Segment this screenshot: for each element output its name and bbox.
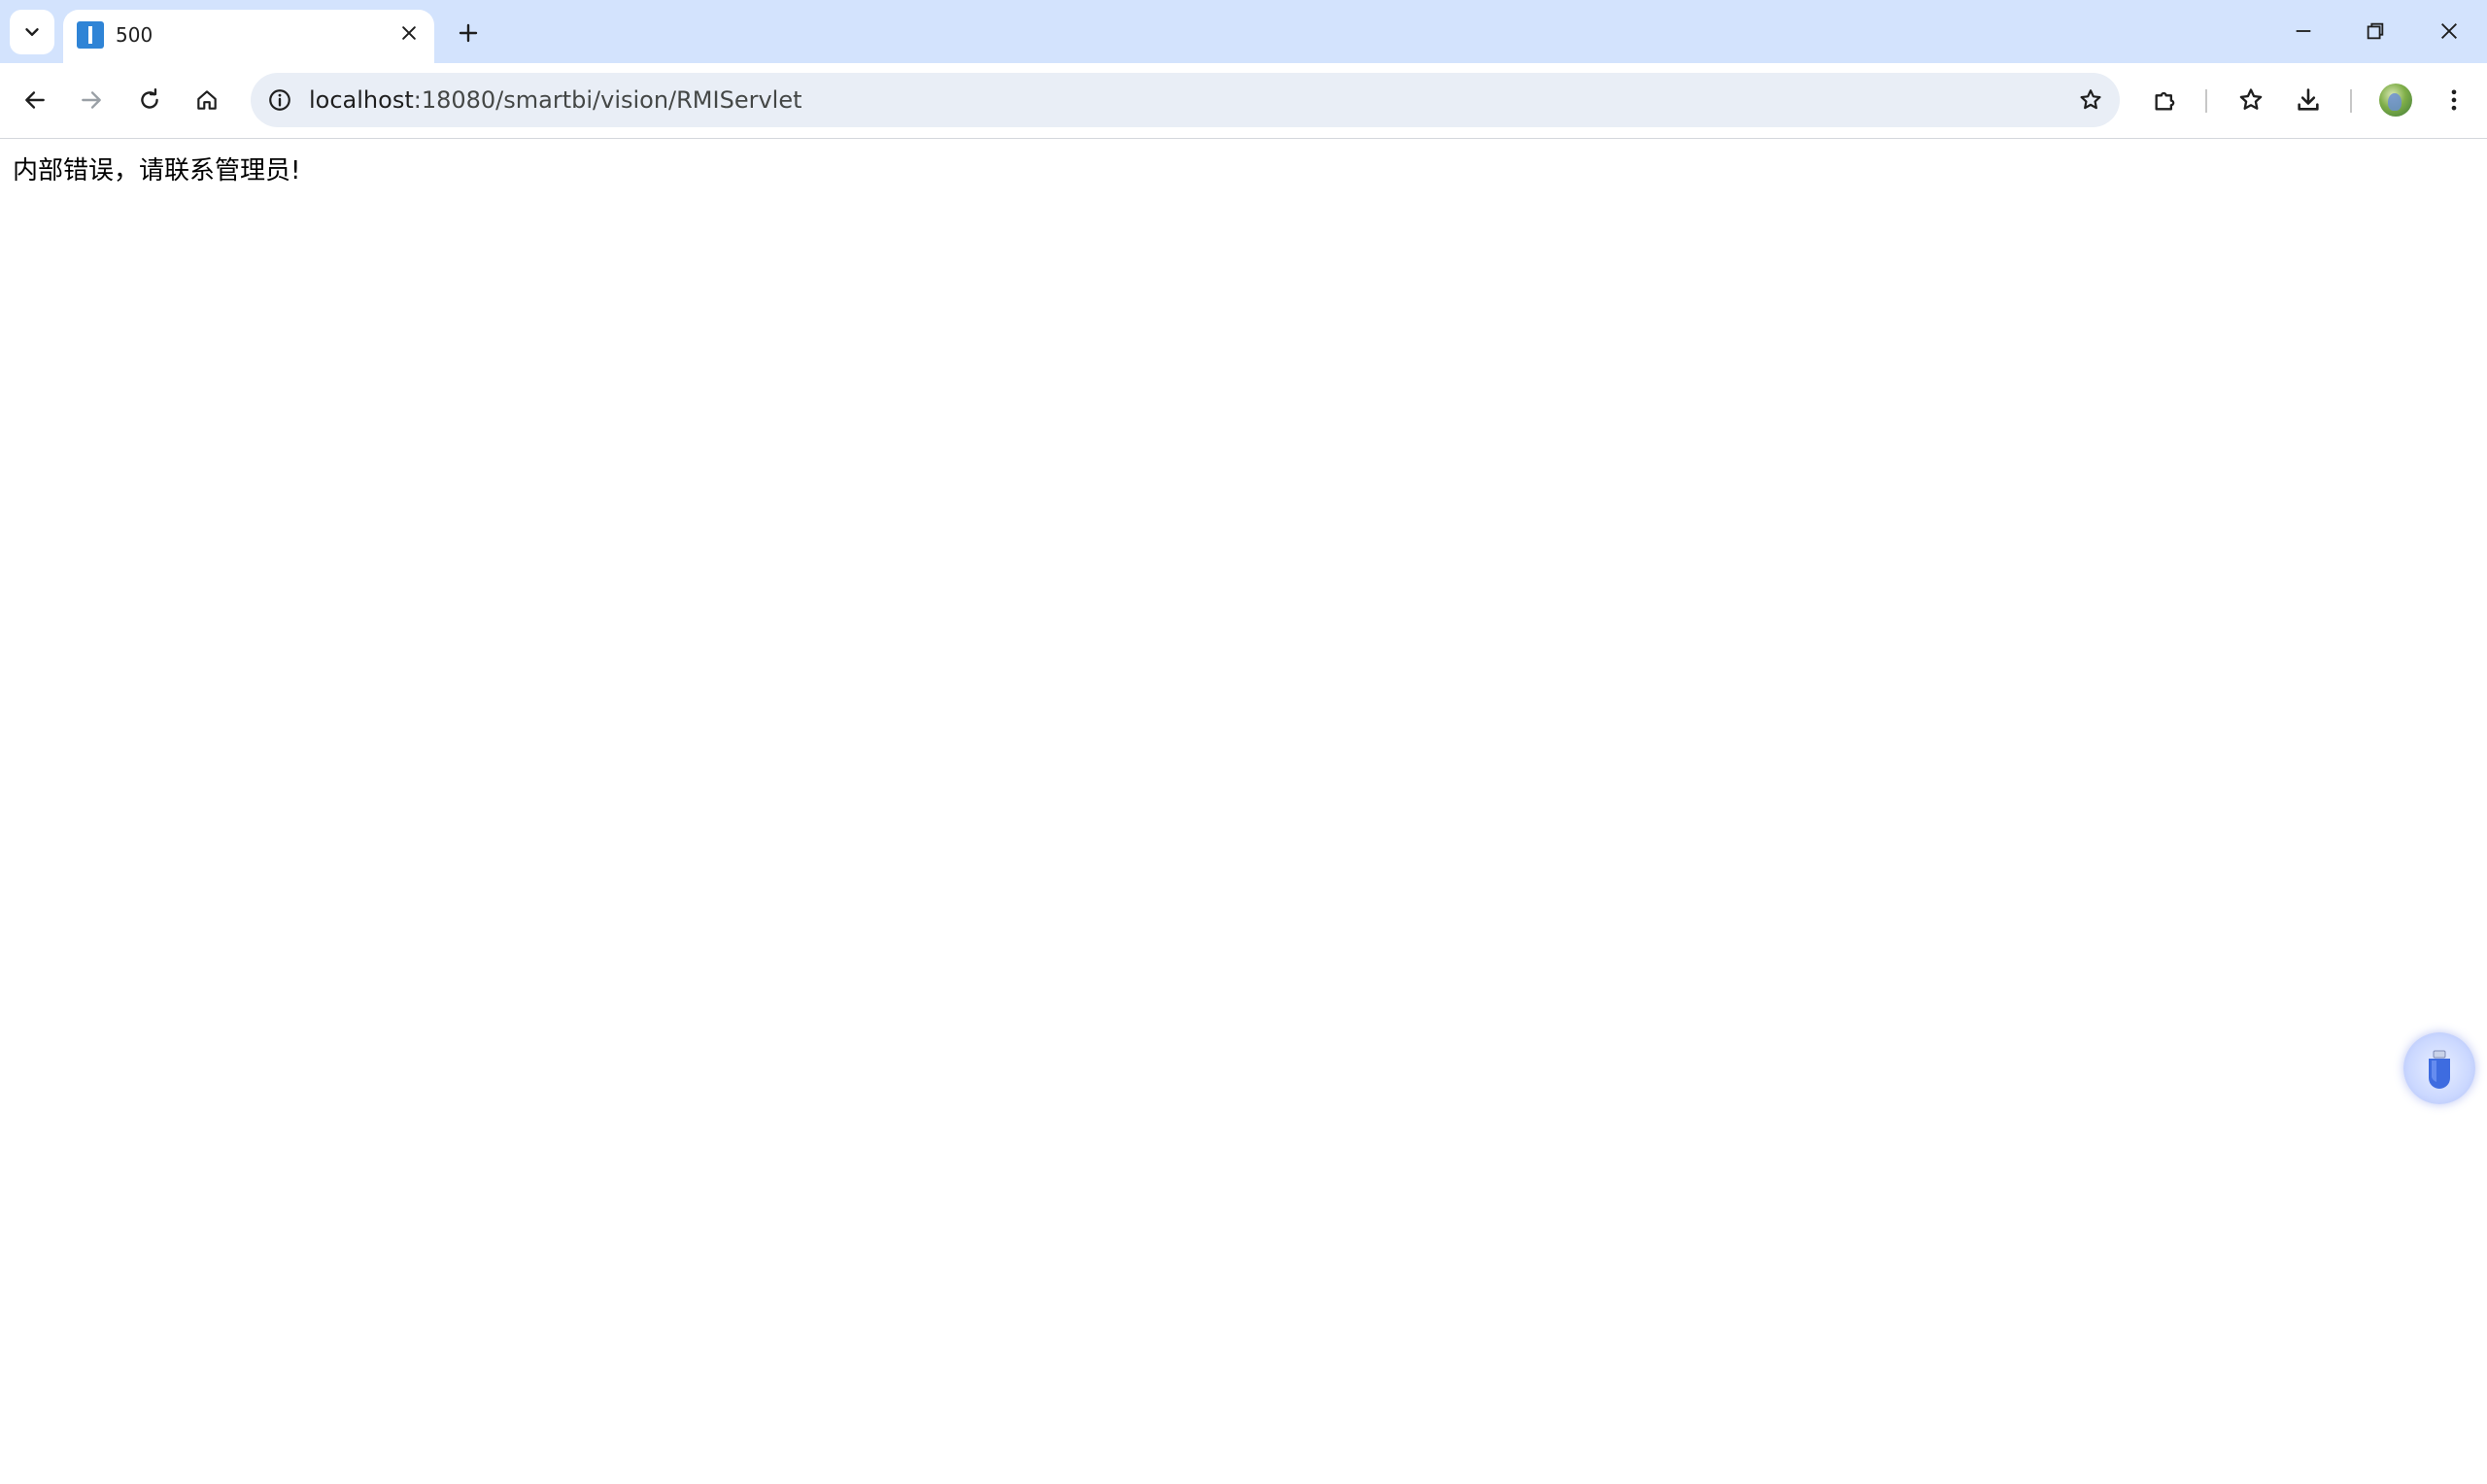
new-tab-button[interactable] [449, 14, 488, 52]
url-path: :18080/smartbi/vision/RMIServlet [413, 86, 802, 114]
extensions-button[interactable] [2143, 78, 2188, 122]
toolbar-separator [2205, 89, 2207, 113]
back-button[interactable] [13, 78, 57, 122]
tab-strip: 500 [0, 0, 2487, 63]
arrow-left-icon [25, 91, 45, 109]
page-content: 内部错误，请联系管理员! [0, 139, 2487, 1484]
bookmarks-button[interactable] [2229, 78, 2273, 122]
home-button[interactable] [185, 78, 229, 122]
reload-button[interactable] [127, 78, 172, 122]
forward-button[interactable] [69, 78, 114, 122]
browser-toolbar: localhost:18080/smartbi/vision/RMIServle… [0, 63, 2487, 139]
star-icon [2080, 89, 2101, 110]
address-bar[interactable]: localhost:18080/smartbi/vision/RMIServle… [251, 73, 2120, 127]
menu-button[interactable] [2432, 78, 2476, 122]
toolbar-separator [2350, 89, 2352, 113]
tab-title: 500 [116, 23, 153, 47]
bookmark-button[interactable] [2069, 79, 2112, 121]
close-icon [2441, 23, 2457, 39]
url-host: localhost [309, 86, 414, 114]
tab-close-button[interactable] [393, 17, 425, 49]
arrow-right-icon [82, 91, 101, 109]
error-message: 内部错误，请联系管理员! [13, 156, 301, 186]
info-icon [269, 89, 290, 111]
minimize-button[interactable] [2267, 0, 2339, 62]
tab-search-button[interactable] [10, 10, 54, 54]
restore-button[interactable] [2339, 0, 2411, 62]
active-tab[interactable]: 500 [63, 10, 434, 63]
chevron-down-icon [25, 28, 39, 36]
floating-extension-button[interactable] [2403, 1032, 2475, 1104]
reload-icon [141, 87, 158, 109]
downloads-button[interactable] [2286, 78, 2331, 122]
kebab-menu-icon [2451, 89, 2457, 111]
close-window-button[interactable] [2413, 0, 2485, 62]
profile-avatar[interactable] [2379, 84, 2412, 117]
home-icon [197, 90, 217, 110]
restore-icon [2367, 22, 2384, 40]
download-icon [2298, 88, 2319, 111]
favicon-icon [77, 21, 104, 49]
star-list-icon [2239, 88, 2263, 110]
site-info-button[interactable] [258, 79, 301, 121]
puzzle-icon [2155, 91, 2175, 111]
minimize-icon [2296, 30, 2311, 32]
plugin-icon [2429, 1050, 2450, 1089]
browser-window: 500 localhost:18080/smartbi/vision/RMISe… [0, 0, 2487, 1484]
close-icon [402, 26, 416, 40]
url-text[interactable]: localhost:18080/smartbi/vision/RMIServle… [309, 73, 802, 127]
plus-icon [459, 23, 478, 43]
